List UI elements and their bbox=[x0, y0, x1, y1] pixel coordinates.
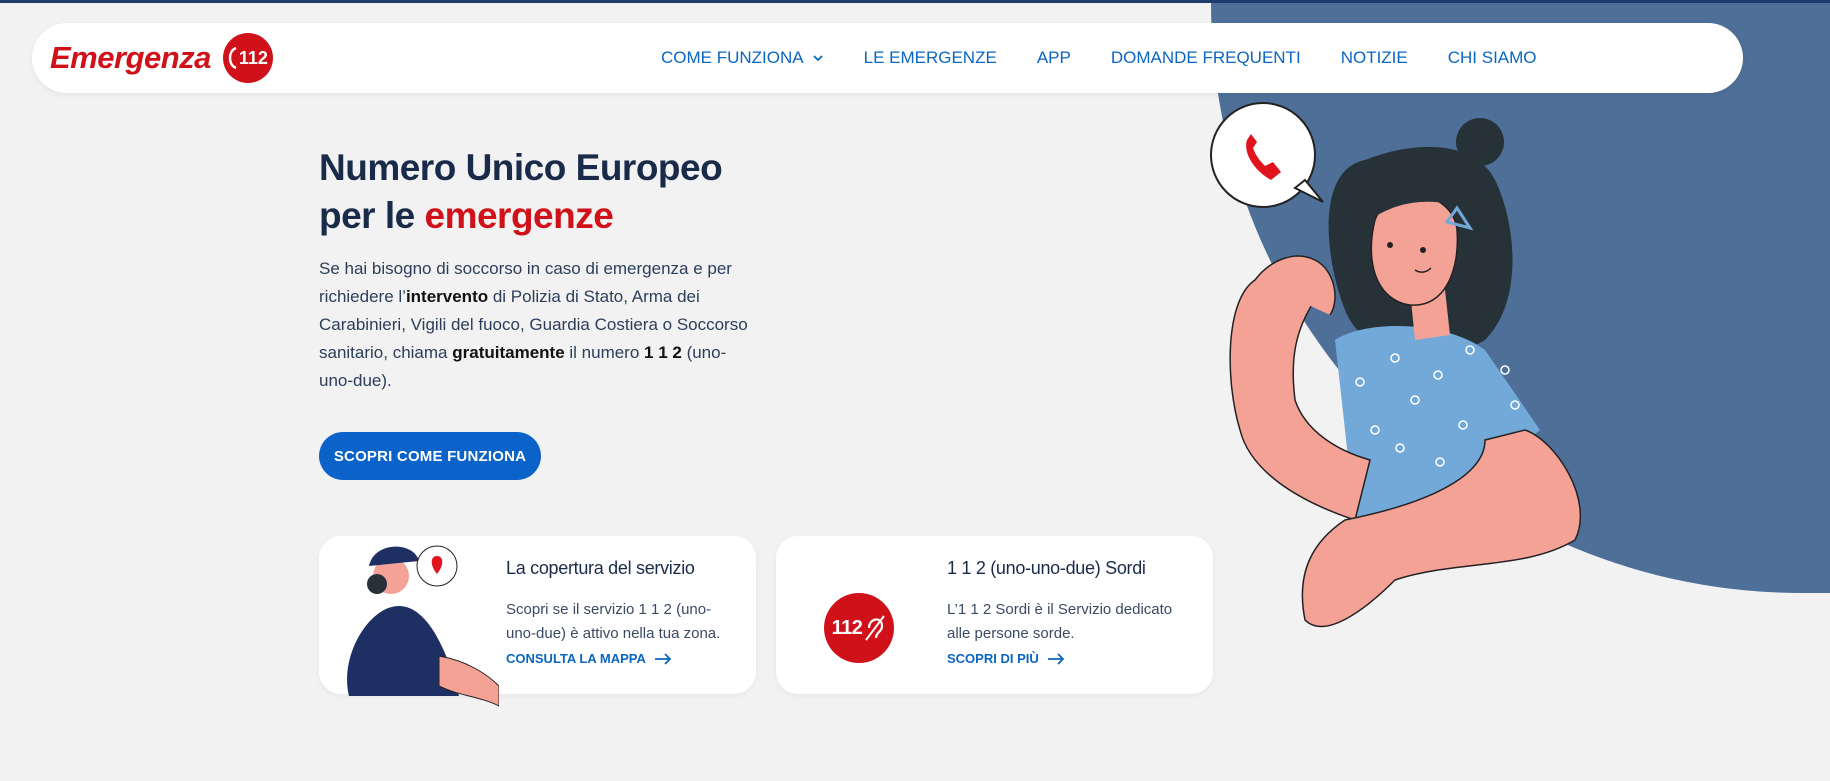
nav-app[interactable]: APP bbox=[1037, 48, 1071, 68]
hero-title-line1: Numero Unico Europeo bbox=[319, 147, 723, 188]
hero-title: Numero Unico Europeo per le emergenze bbox=[319, 144, 759, 240]
nav-come-funziona[interactable]: COME FUNZIONA bbox=[661, 48, 824, 68]
hero-text-part: il numero bbox=[564, 343, 645, 362]
deaf-112-icon: 112 bbox=[824, 593, 894, 663]
card-link-label: SCOPRI DI PIÙ bbox=[947, 651, 1039, 666]
site-header: Emergenza 112 COME FUNZIONA LE EMERGENZE… bbox=[32, 23, 1743, 93]
hero-description: Se hai bisogno di soccorso in caso di em… bbox=[319, 255, 749, 395]
card-description: Scopri se il servizio 1 1 2 (uno-uno-due… bbox=[506, 601, 721, 642]
nav-label: APP bbox=[1036, 48, 1071, 67]
ear-icon bbox=[865, 615, 886, 641]
card-title: 1 1 2 (uno-uno-due) Sordi bbox=[947, 558, 1146, 578]
phone-handset-icon bbox=[228, 47, 237, 69]
discover-how-it-works-button[interactable]: SCOPRI COME FUNZIONA bbox=[319, 432, 541, 480]
hero-title-prefix: per le bbox=[319, 195, 425, 236]
nav-label: DOMANDE FREQUENTI bbox=[1110, 48, 1301, 67]
logo-text: Emergenza bbox=[50, 40, 211, 75]
learn-more-link[interactable]: SCOPRI DI PIÙ bbox=[947, 651, 1065, 666]
view-map-link[interactable]: CONSULTA LA MAPPA bbox=[506, 651, 672, 666]
nav-label: COME FUNZIONA bbox=[661, 48, 804, 67]
service-coverage-card[interactable]: La copertura del servizio Scopri se il s… bbox=[319, 536, 756, 707]
nav-label: CHI SIAMO bbox=[1447, 48, 1537, 67]
hero-text-bold: 1 1 2 bbox=[644, 343, 682, 362]
woman-phone-illustration bbox=[1210, 102, 1581, 628]
nav-domande-frequenti[interactable]: DOMANDE FREQUENTI bbox=[1111, 48, 1301, 68]
nav-label: NOTIZIE bbox=[1340, 48, 1408, 67]
hero-title-highlight: emergenze bbox=[424, 195, 614, 236]
main-nav: COME FUNZIONA LE EMERGENZE APP DOMANDE F… bbox=[661, 23, 1577, 93]
nav-label: LE EMERGENZE bbox=[863, 48, 997, 67]
logo-112-badge: 112 bbox=[222, 33, 273, 83]
nav-chi-siamo[interactable]: CHI SIAMO bbox=[1448, 48, 1537, 68]
card-title: La copertura del servizio bbox=[506, 558, 695, 578]
phone-bubble-icon bbox=[1210, 102, 1324, 208]
site-logo[interactable]: Emergenza 112 bbox=[50, 33, 273, 83]
chevron-down-icon bbox=[812, 55, 823, 62]
logo-badge-number: 112 bbox=[238, 47, 268, 68]
arrow-right-icon bbox=[1047, 652, 1065, 665]
card-link-label: CONSULTA LA MAPPA bbox=[506, 651, 646, 666]
nav-le-emergenze[interactable]: LE EMERGENZE bbox=[864, 48, 997, 68]
arrow-right-icon bbox=[654, 652, 672, 665]
card-description: L’1 1 2 Sordi è il Servizio dedicato all… bbox=[947, 601, 1173, 642]
hero-text-bold: intervento bbox=[405, 287, 489, 306]
nav-notizie[interactable]: NOTIZIE bbox=[1341, 48, 1408, 68]
officer-illustration-icon bbox=[347, 545, 499, 707]
deaf-service-card[interactable]: 112 1 1 2 (uno-uno-due) Sordi L’1 1 2 So… bbox=[776, 536, 1213, 694]
hero-text-bold: gratuitamente bbox=[452, 343, 565, 362]
badge-number: 112 bbox=[831, 616, 863, 639]
